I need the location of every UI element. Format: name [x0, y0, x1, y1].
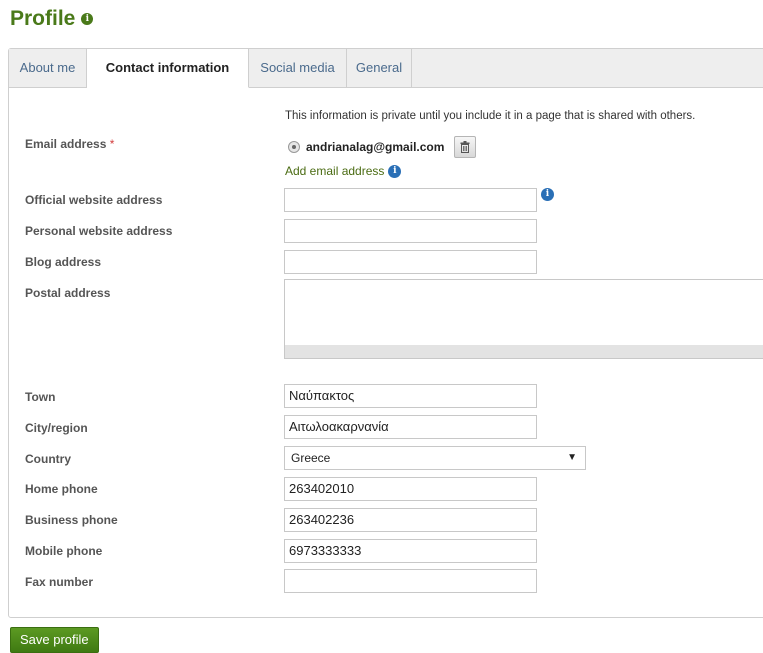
- save-profile-button[interactable]: Save profile: [10, 627, 99, 653]
- postal-label: Postal address: [25, 286, 111, 300]
- blog-label: Blog address: [25, 255, 102, 269]
- email-label-text: Email address: [25, 137, 107, 151]
- tab-contact-information[interactable]: Contact information: [87, 49, 249, 88]
- info-icon[interactable]: i: [81, 13, 94, 25]
- blog-input[interactable]: [284, 250, 537, 274]
- business-phone-label: Business phone: [25, 513, 118, 527]
- country-label: Country: [25, 452, 71, 466]
- country-select[interactable]: Greece ▼: [284, 446, 586, 470]
- email-value: andrianalag@gmail.com: [306, 140, 445, 154]
- personal-website-input[interactable]: [284, 219, 537, 243]
- official-website-input[interactable]: [284, 188, 537, 212]
- country-value: Greece: [291, 451, 331, 465]
- textarea-resize-handle[interactable]: [285, 345, 763, 358]
- town-input[interactable]: Ναύπακτος: [284, 384, 537, 408]
- home-phone-label: Home phone: [25, 482, 98, 496]
- fax-input[interactable]: [284, 569, 537, 593]
- info-icon[interactable]: i: [388, 164, 402, 178]
- add-email-link[interactable]: Add email address: [285, 164, 384, 178]
- city-input[interactable]: Αιτωλοακαρνανία: [284, 415, 537, 439]
- info-icon[interactable]: i: [541, 188, 554, 201]
- tab-about-me[interactable]: About me: [9, 49, 87, 87]
- postal-textarea[interactable]: [284, 279, 763, 359]
- home-phone-input[interactable]: 263402010: [284, 477, 537, 501]
- tab-bar: About me Contact information Social medi…: [9, 49, 763, 88]
- personal-website-label: Personal website address: [25, 224, 173, 238]
- mobile-phone-label: Mobile phone: [25, 544, 103, 558]
- fax-label: Fax number: [25, 575, 94, 589]
- page-title: Profile: [10, 7, 76, 30]
- delete-email-button[interactable]: [454, 136, 477, 158]
- official-website-label: Official website address: [25, 193, 163, 207]
- triangle-down-icon: ▼: [567, 452, 577, 463]
- city-label: City/region: [25, 421, 88, 435]
- town-label: Town: [25, 390, 56, 404]
- required-mark: *: [109, 137, 115, 151]
- add-email-row: Add email address i: [285, 164, 402, 178]
- mobile-phone-input[interactable]: 6973333333: [284, 539, 537, 563]
- privacy-note: This information is private until you in…: [285, 110, 696, 122]
- email-entry: andrianalag@gmail.com: [288, 136, 477, 158]
- page-header: Profile i: [10, 4, 94, 34]
- tab-social-media[interactable]: Social media: [249, 49, 347, 87]
- email-label: Email address *: [25, 137, 114, 151]
- tab-general[interactable]: General: [347, 49, 412, 87]
- trash-icon: [460, 141, 470, 153]
- business-phone-input[interactable]: 263402236: [284, 508, 537, 532]
- primary-email-radio[interactable]: [288, 141, 300, 153]
